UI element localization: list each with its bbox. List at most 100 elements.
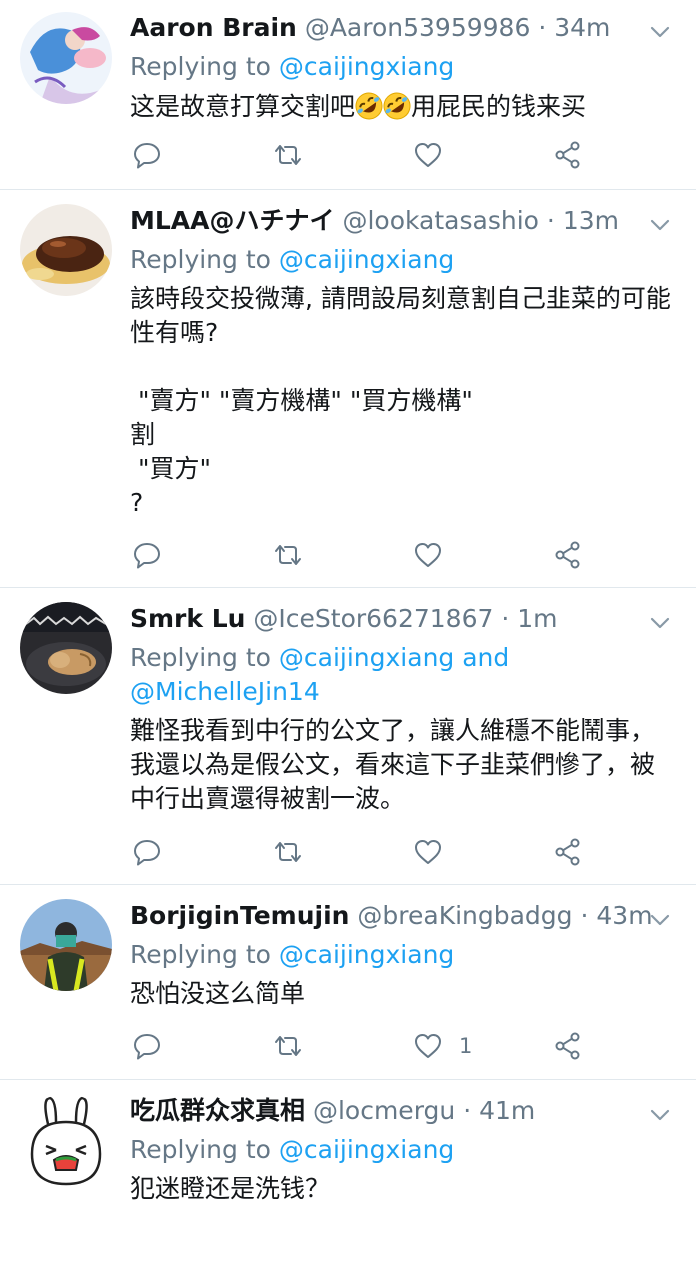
rolling-laughing-emoji <box>383 92 411 120</box>
reply-icon <box>134 1034 160 1060</box>
tweet-text: 該時段交投微薄, 請問設局刻意割自己韭菜的可能性有嗎? "賣方" "賣方機構" … <box>130 284 671 517</box>
reply-icon <box>134 840 160 866</box>
user-handle[interactable]: @breaKingbadgg <box>357 901 572 930</box>
replying-to: Replying to @caijingxiang and <box>130 641 666 675</box>
like-button[interactable]: 1 <box>413 1029 472 1063</box>
reply-button[interactable] <box>132 138 162 172</box>
user-handle[interactable]: @locmergu <box>313 1096 455 1125</box>
replying-label: Replying to <box>130 643 279 672</box>
like-button[interactable] <box>413 538 459 572</box>
reply-button[interactable] <box>132 835 162 869</box>
replying-label: Replying to <box>130 940 279 969</box>
heart-icon <box>415 1034 441 1058</box>
chevron-down-icon[interactable] <box>650 26 670 38</box>
user-handle[interactable]: @Aaron53959986 <box>305 13 531 42</box>
retweet-button[interactable] <box>272 538 304 572</box>
timestamp[interactable]: 43m <box>596 901 652 930</box>
retweet-button[interactable] <box>272 835 304 869</box>
share-button[interactable] <box>553 835 583 869</box>
separator-dot: · <box>501 604 510 633</box>
like-button[interactable] <box>413 835 459 869</box>
timestamp[interactable]: 1m <box>517 604 557 633</box>
share-icon <box>555 1032 580 1060</box>
timestamp[interactable]: 41m <box>479 1096 535 1125</box>
display-name[interactable]: Smrk Lu <box>130 604 245 633</box>
tweet-actions <box>130 538 600 572</box>
tweet-header: BorjiginTemujin @breaKingbadgg · 43m <box>130 899 676 933</box>
chevron-down-icon[interactable] <box>650 1109 670 1121</box>
mention-link[interactable]: @caijingxiang <box>279 940 454 969</box>
heart-icon <box>415 143 441 167</box>
reply-icon <box>134 543 160 569</box>
reply-icon <box>134 143 160 169</box>
mention-link[interactable]: @caijingxiang <box>279 1135 454 1164</box>
tweet[interactable]: Aaron Brain @Aaron53959986 · 34m Replyin… <box>0 0 696 190</box>
tweet-text: 犯迷瞪还是洗钱？ <box>130 1174 331 1203</box>
replying-to: Replying to @caijingxiang <box>130 938 666 972</box>
tweet[interactable]: BorjiginTemujin @breaKingbadgg · 43m Rep… <box>0 885 696 1080</box>
display-name[interactable]: MLAA@ハチナイ <box>130 206 335 235</box>
share-button[interactable] <box>553 1029 583 1063</box>
tweet-header: Aaron Brain @Aaron53959986 · 34m <box>130 11 676 45</box>
heart-icon <box>415 543 441 567</box>
user-handle[interactable]: @lookatasashio <box>342 206 538 235</box>
like-count: 1 <box>459 1034 473 1058</box>
tweet[interactable]: MLAA@ハチナイ @lookatasashio · 13m Replying … <box>0 190 696 588</box>
user-handle[interactable]: @IceStor66271867 <box>253 604 493 633</box>
display-name[interactable]: 吃瓜群众求真相 <box>130 1096 305 1125</box>
tweet-text-part: 这是故意打算交割吧 <box>130 92 356 121</box>
mention-link[interactable]: @MichelleJin14 <box>130 677 320 706</box>
avatar[interactable] <box>20 602 112 694</box>
heart-icon <box>415 840 441 864</box>
avatar[interactable] <box>20 12 112 104</box>
tweet-header: MLAA@ハチナイ @lookatasashio · 13m <box>130 204 676 238</box>
retweet-button[interactable] <box>272 138 304 172</box>
avatar[interactable] <box>20 899 112 991</box>
tweet[interactable]: Smrk Lu @IceStor66271867 · 1m Replying t… <box>0 588 696 885</box>
tweet-header: 吃瓜群众求真相 @locmergu · 41m <box>130 1094 676 1128</box>
display-name[interactable]: Aaron Brain <box>130 13 297 42</box>
separator-dot: · <box>538 13 547 42</box>
share-button[interactable] <box>553 538 583 572</box>
avatar[interactable] <box>20 204 112 296</box>
tweet-text: 这是故意打算交割吧 用屁民的钱来买 <box>130 90 674 124</box>
tweet-actions <box>130 138 600 172</box>
tweet-text-part: 用屁民的钱来买 <box>411 92 587 121</box>
timestamp[interactable]: 34m <box>554 13 610 42</box>
tweet-actions: 1 <box>130 1029 600 1063</box>
chevron-down-icon[interactable] <box>650 219 670 231</box>
separator-dot: · <box>463 1096 472 1125</box>
timestamp[interactable]: 13m <box>563 206 619 235</box>
retweet-icon <box>275 1036 301 1056</box>
replying-label: Replying to <box>130 245 279 274</box>
separator-dot: · <box>580 901 589 930</box>
replying-label: Replying to <box>130 52 279 81</box>
chevron-down-icon[interactable] <box>650 914 670 926</box>
share-button[interactable] <box>553 138 583 172</box>
display-name[interactable]: BorjiginTemujin <box>130 901 349 930</box>
retweet-button[interactable] <box>272 1029 304 1063</box>
avatar[interactable] <box>20 1094 112 1186</box>
mention-link[interactable]: @caijingxiang <box>279 52 454 81</box>
reply-button[interactable] <box>132 1029 162 1063</box>
mention-link[interactable]: @caijingxiang <box>279 245 454 274</box>
tweet[interactable]: 吃瓜群众求真相 @locmergu · 41m Replying to @cai… <box>0 1080 696 1280</box>
tweet-text: 恐怕没这么简单 <box>130 979 306 1008</box>
tweet-text: 難怪我看到中行的公文了，讓人維穩不能鬧事，我還以為是假公文，看來這下子韭菜們慘了… <box>130 716 656 813</box>
retweet-icon <box>275 145 301 165</box>
rolling-laughing-emoji <box>355 92 383 120</box>
share-icon <box>555 838 580 866</box>
chevron-down-icon[interactable] <box>650 617 670 629</box>
replying-to: Replying to @caijingxiang <box>130 1133 666 1167</box>
reply-button[interactable] <box>132 538 162 572</box>
tweet-actions <box>130 835 600 869</box>
retweet-icon <box>275 545 301 565</box>
replying-to: Replying to @caijingxiang <box>130 50 666 84</box>
like-button[interactable] <box>413 138 459 172</box>
mention-link[interactable]: @caijingxiang and <box>279 643 509 672</box>
share-icon <box>555 541 580 569</box>
separator-dot: · <box>546 206 555 235</box>
replying-label: Replying to <box>130 1135 279 1164</box>
replying-to: Replying to @caijingxiang <box>130 243 666 277</box>
retweet-icon <box>275 842 301 862</box>
